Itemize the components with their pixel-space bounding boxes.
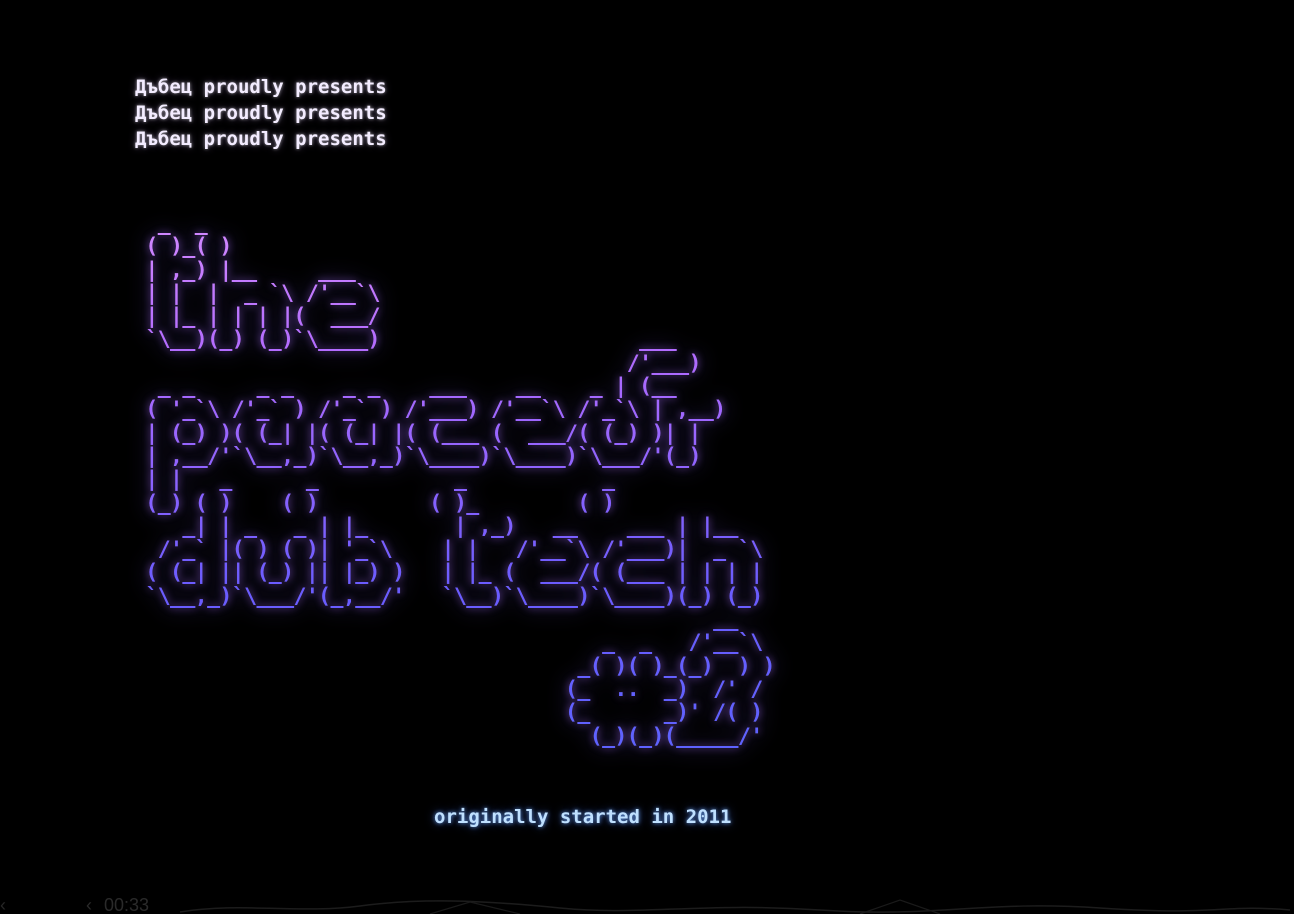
playback-timecode: 00:33 <box>104 896 150 914</box>
started-caption: originally started in 2011 <box>434 806 732 828</box>
intro-line: Дъбец proudly presents <box>135 128 387 150</box>
video-frame: Дъбец proudly presents Дъбец proudly pre… <box>0 0 1294 914</box>
intro-text-block: Дъбец proudly presents Дъбец proudly pre… <box>135 74 387 152</box>
intro-line: Дъбец proudly presents <box>135 102 387 124</box>
intro-line: Дъбец proudly presents <box>135 76 387 98</box>
skip-back-icon[interactable]: ‹ <box>0 896 6 914</box>
faint-control-outlines <box>179 899 1291 914</box>
ascii-art-title: _ _ ( )_( ) | ,_) |__ ___ | | | _ `\ /'_… <box>133 212 775 748</box>
video-player-controls: ‹ ‹ 00:33 <box>0 896 1294 914</box>
chevron-left-icon[interactable]: ‹ <box>86 896 92 914</box>
